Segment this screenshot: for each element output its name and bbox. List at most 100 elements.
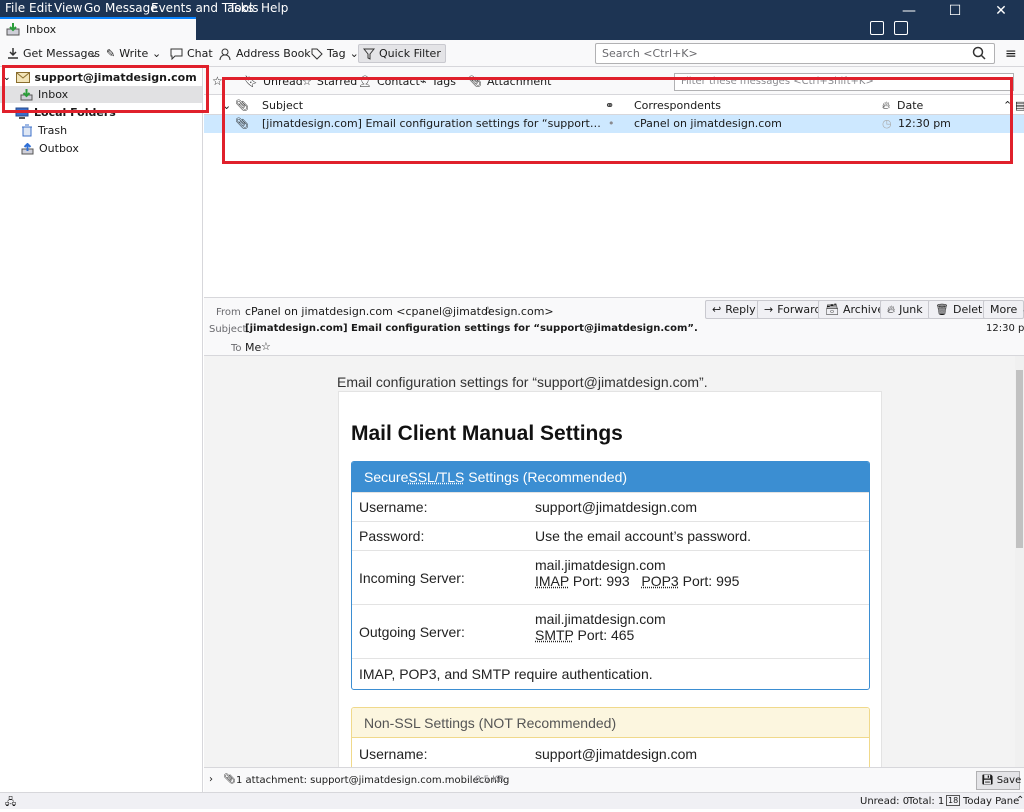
- filter-attachment-button[interactable]: 📎︎ Attachment: [468, 75, 551, 88]
- from-value[interactable]: cPanel on jimatdesign.com <cpanel@jimatd…: [245, 305, 554, 318]
- message-row[interactable]: 📎︎ [jimatdesign.com] Email configuration…: [204, 115, 1024, 133]
- menu-bar: File Edit View Go Message Events and Tas…: [0, 0, 1024, 17]
- search-icon[interactable]: [972, 46, 986, 60]
- get-messages-dropdown[interactable]: ⌄: [85, 44, 102, 63]
- read-dot-icon[interactable]: •: [608, 117, 615, 130]
- unread-count: Unread: 0: [860, 796, 909, 807]
- read-status-column-icon[interactable]: ⚭: [605, 99, 614, 112]
- column-date[interactable]: Date: [897, 99, 923, 112]
- reply-icon: ↩: [712, 303, 721, 316]
- filter-contact-button[interactable]: 👤︎ Contact: [358, 75, 420, 88]
- chevron-down-icon: ⌄: [89, 47, 98, 60]
- attachment-bar: › 📎︎ 1 attachment: support@jimatdesign.c…: [204, 767, 1024, 792]
- junk-button[interactable]: 🔥︎ Junk: [880, 300, 930, 319]
- incoming-label: Incoming Server:: [359, 570, 465, 586]
- save-attachment-button[interactable]: 💾︎ Save ⌄: [976, 771, 1020, 790]
- sort-ascending-icon: ⌃: [1003, 99, 1012, 112]
- chat-bubble-icon: [170, 48, 183, 60]
- address-book-button[interactable]: Address Book: [215, 44, 315, 63]
- username-value: support@jimatdesign.com: [535, 746, 697, 762]
- column-subject[interactable]: Subject: [262, 99, 303, 112]
- write-dropdown[interactable]: ⌄: [148, 44, 165, 63]
- archive-icon: 🗃︎: [825, 303, 839, 316]
- save-icon: 💾︎: [981, 775, 994, 786]
- filter-messages-input[interactable]: Filter these messages <Ctrl+Shift+K>: [674, 73, 1014, 91]
- tab-label: Inbox: [26, 23, 56, 36]
- total-count: Total: 1: [908, 796, 944, 807]
- app-menu-icon[interactable]: ≡: [1005, 46, 1017, 62]
- nonssl-settings-panel: Non-SSL Settings (NOT Recommended) Usern…: [351, 707, 870, 767]
- chat-button[interactable]: Chat: [166, 44, 217, 63]
- ssl-panel-title: Secure SSL/TLS Settings (Recommended): [352, 462, 869, 492]
- tasks-icon[interactable]: [894, 21, 908, 35]
- contacts-icon: [219, 48, 232, 60]
- auth-note: IMAP, POP3, and SMTP require authenticat…: [359, 666, 653, 682]
- tab-inbox[interactable]: Inbox: [0, 17, 196, 40]
- folder-trash[interactable]: Trash: [21, 122, 67, 139]
- filter-starred-label: Starred: [317, 75, 357, 88]
- attachment-column-icon[interactable]: 📎︎: [235, 99, 249, 112]
- search-input[interactable]: Search <Ctrl+K>: [595, 43, 995, 64]
- chevron-right-icon[interactable]: ›: [209, 774, 213, 785]
- attachment-label[interactable]: 1 attachment: support@jimatdesign.com.mo…: [236, 775, 509, 786]
- menu-view[interactable]: View: [54, 1, 82, 15]
- ssl-password-row: Password: Use the email account’s passwo…: [352, 521, 869, 550]
- ssl-title-suffix: Settings (Recommended): [464, 469, 627, 485]
- save-label: Save: [997, 775, 1022, 786]
- quick-filter-button[interactable]: Quick Filter: [358, 44, 446, 63]
- filter-tags-button[interactable]: ⌁ Tags: [420, 75, 456, 88]
- folder-pane: ⌄ support@jimatdesign.com Inbox Local Fo…: [0, 67, 203, 792]
- star-icon[interactable]: ☆: [483, 304, 493, 317]
- settings-card: Mail Client Manual Settings Secure SSL/T…: [338, 391, 882, 767]
- junk-column-icon[interactable]: 🔥︎: [882, 99, 890, 113]
- tag-icon: [311, 48, 323, 60]
- username-label: Username:: [359, 499, 427, 515]
- pop3-port: Port: 995: [679, 573, 740, 589]
- outgoing-port: SMTP Port: 465: [535, 627, 634, 643]
- outgoing-label: Outgoing Server:: [359, 624, 465, 640]
- message-date: 12:30 pm: [898, 117, 951, 130]
- filter-unread-button[interactable]: 🔖︎ Unread: [244, 75, 303, 88]
- folder-account[interactable]: ⌄ support@jimatdesign.com: [3, 69, 197, 86]
- subject-label: Subject: [209, 324, 246, 335]
- thread-column-header: ⌄ 📎︎ Subject ⚭ Correspondents 🔥︎ Date ⌃ …: [204, 96, 1024, 115]
- to-value[interactable]: Me: [245, 341, 261, 354]
- outgoing-host: mail.jimatdesign.com: [535, 611, 666, 627]
- menu-go[interactable]: Go: [84, 1, 101, 15]
- thread-icon[interactable]: ⌄: [222, 99, 231, 112]
- pencil-icon: ✎: [106, 47, 115, 60]
- chevron-up-icon[interactable]: ⌃: [1016, 795, 1024, 806]
- chevron-down-icon[interactable]: ⌄: [3, 73, 11, 83]
- write-button[interactable]: ✎ Write: [102, 44, 152, 63]
- online-status-icon[interactable]: 🖧︎: [5, 795, 16, 812]
- folder-local-folders[interactable]: Local Folders: [15, 104, 116, 121]
- menu-message[interactable]: Message: [105, 1, 158, 15]
- ssl-settings-panel: Secure SSL/TLS Settings (Recommended) Us…: [351, 461, 870, 690]
- menu-file[interactable]: File: [5, 1, 25, 15]
- main-toolbar: Get Messages ⌄ ✎ Write ⌄ Chat Address Bo…: [0, 40, 1024, 67]
- menu-help[interactable]: Help: [261, 1, 288, 15]
- column-correspondents[interactable]: Correspondents: [634, 99, 721, 112]
- menu-edit[interactable]: Edit: [29, 1, 52, 15]
- star-icon[interactable]: ☆: [261, 340, 271, 353]
- attachment-size: 8.5 KB: [475, 775, 504, 785]
- calendar-icon[interactable]: [870, 21, 884, 35]
- reply-button[interactable]: ↩ Reply: [705, 300, 763, 319]
- message-subject: [jimatdesign.com] Email configuration se…: [262, 117, 602, 130]
- menu-tools[interactable]: Tools: [229, 1, 259, 15]
- more-button[interactable]: More⌄: [983, 300, 1024, 319]
- today-pane-icon[interactable]: 18: [946, 795, 960, 806]
- tag-button[interactable]: Tag ⌄: [307, 44, 363, 63]
- today-pane-toggle[interactable]: Today Pane: [963, 796, 1019, 807]
- pop3-abbr: POP3: [641, 573, 678, 589]
- clock-icon: ◷: [882, 117, 892, 130]
- folder-inbox[interactable]: Inbox: [0, 86, 202, 103]
- folder-outbox[interactable]: Outbox: [21, 140, 79, 157]
- bookmark-icon: 🔖︎: [244, 75, 258, 88]
- filter-starred-button[interactable]: ☆ Starred: [302, 75, 357, 88]
- pin-star-icon[interactable]: ☆: [212, 74, 223, 88]
- column-picker-icon[interactable]: ▤: [1015, 99, 1024, 112]
- scrollbar-thumb[interactable]: [1016, 370, 1023, 548]
- password-label: Password:: [359, 528, 424, 544]
- message-scrollbar[interactable]: [1015, 356, 1024, 767]
